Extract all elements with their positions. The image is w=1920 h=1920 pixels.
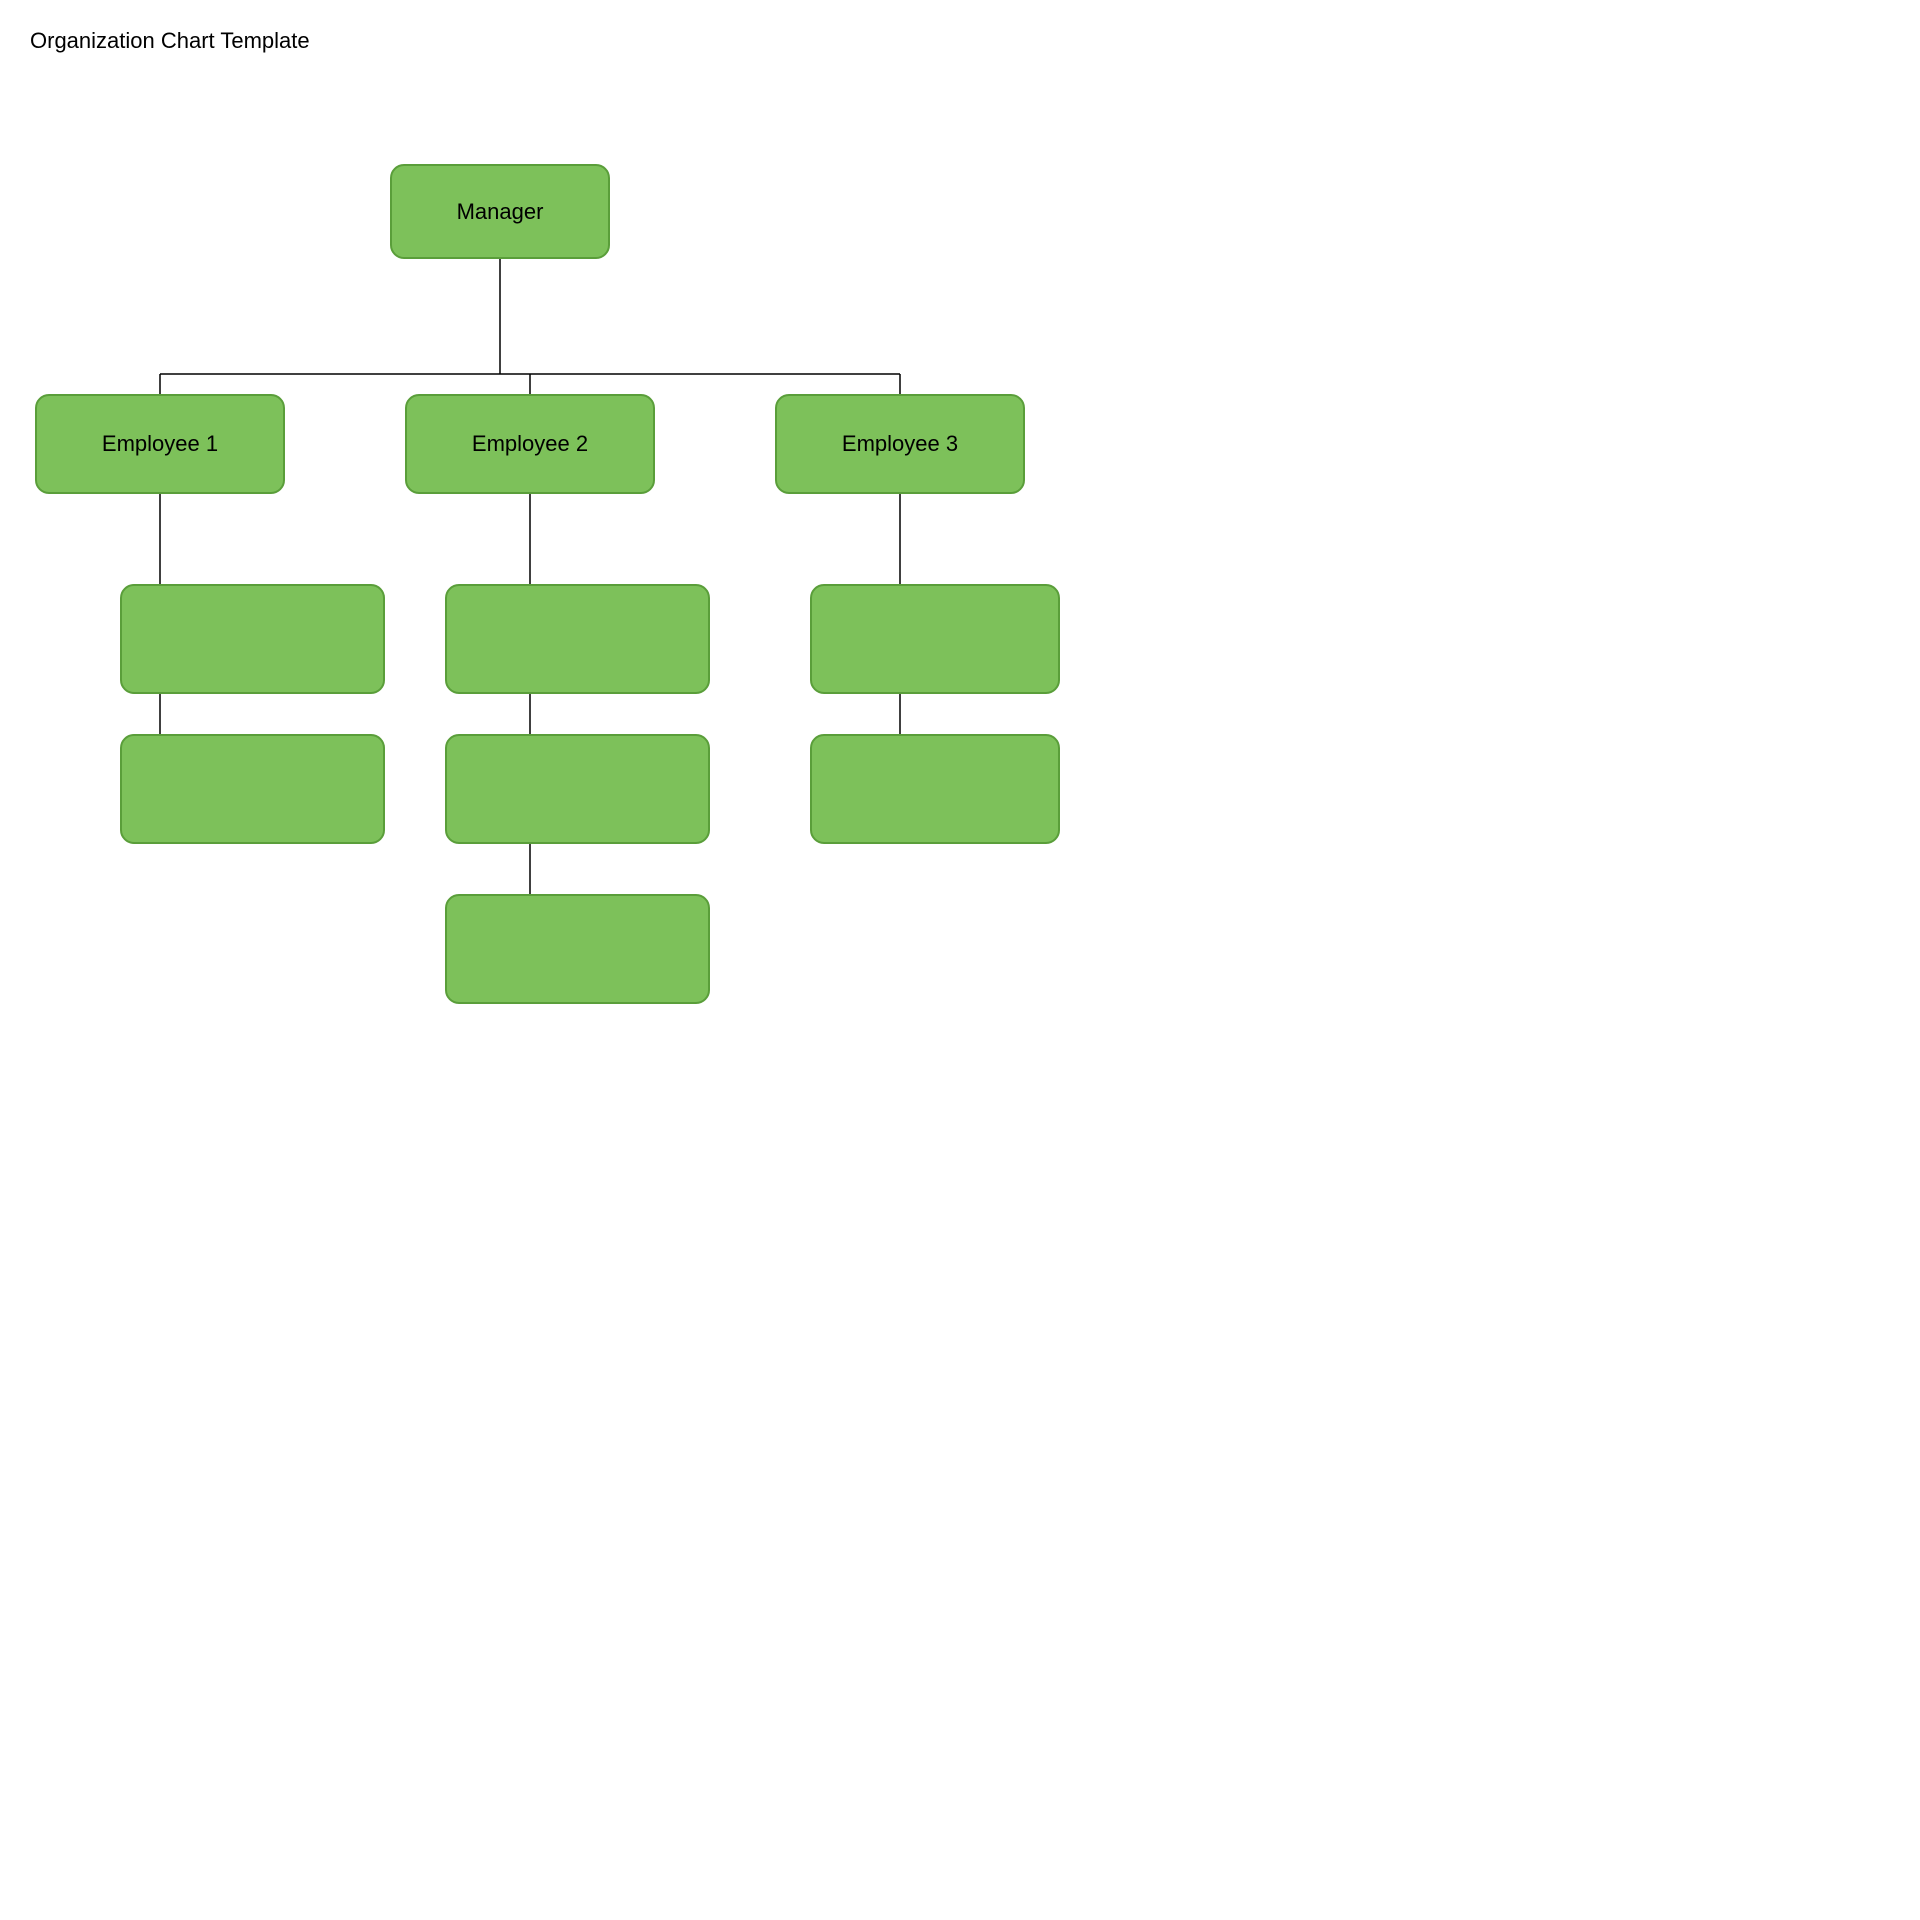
manager-node[interactable]: Manager: [390, 164, 610, 259]
org-chart: Manager Employee 1 Employee 2 Employee 3: [0, 54, 1080, 1074]
emp1-sub1-node[interactable]: [120, 584, 385, 694]
employee2-label: Employee 2: [472, 431, 588, 457]
emp2-sub1-node[interactable]: [445, 584, 710, 694]
page-title: Organization Chart Template: [0, 0, 1080, 54]
manager-label: Manager: [457, 199, 544, 225]
emp3-sub1-node[interactable]: [810, 584, 1060, 694]
employee3-label: Employee 3: [842, 431, 958, 457]
emp2-sub3-node[interactable]: [445, 894, 710, 1004]
employee1-node[interactable]: Employee 1: [35, 394, 285, 494]
employee2-node[interactable]: Employee 2: [405, 394, 655, 494]
emp1-sub2-node[interactable]: [120, 734, 385, 844]
emp3-sub2-node[interactable]: [810, 734, 1060, 844]
employee3-node[interactable]: Employee 3: [775, 394, 1025, 494]
employee1-label: Employee 1: [102, 431, 218, 457]
emp2-sub2-node[interactable]: [445, 734, 710, 844]
